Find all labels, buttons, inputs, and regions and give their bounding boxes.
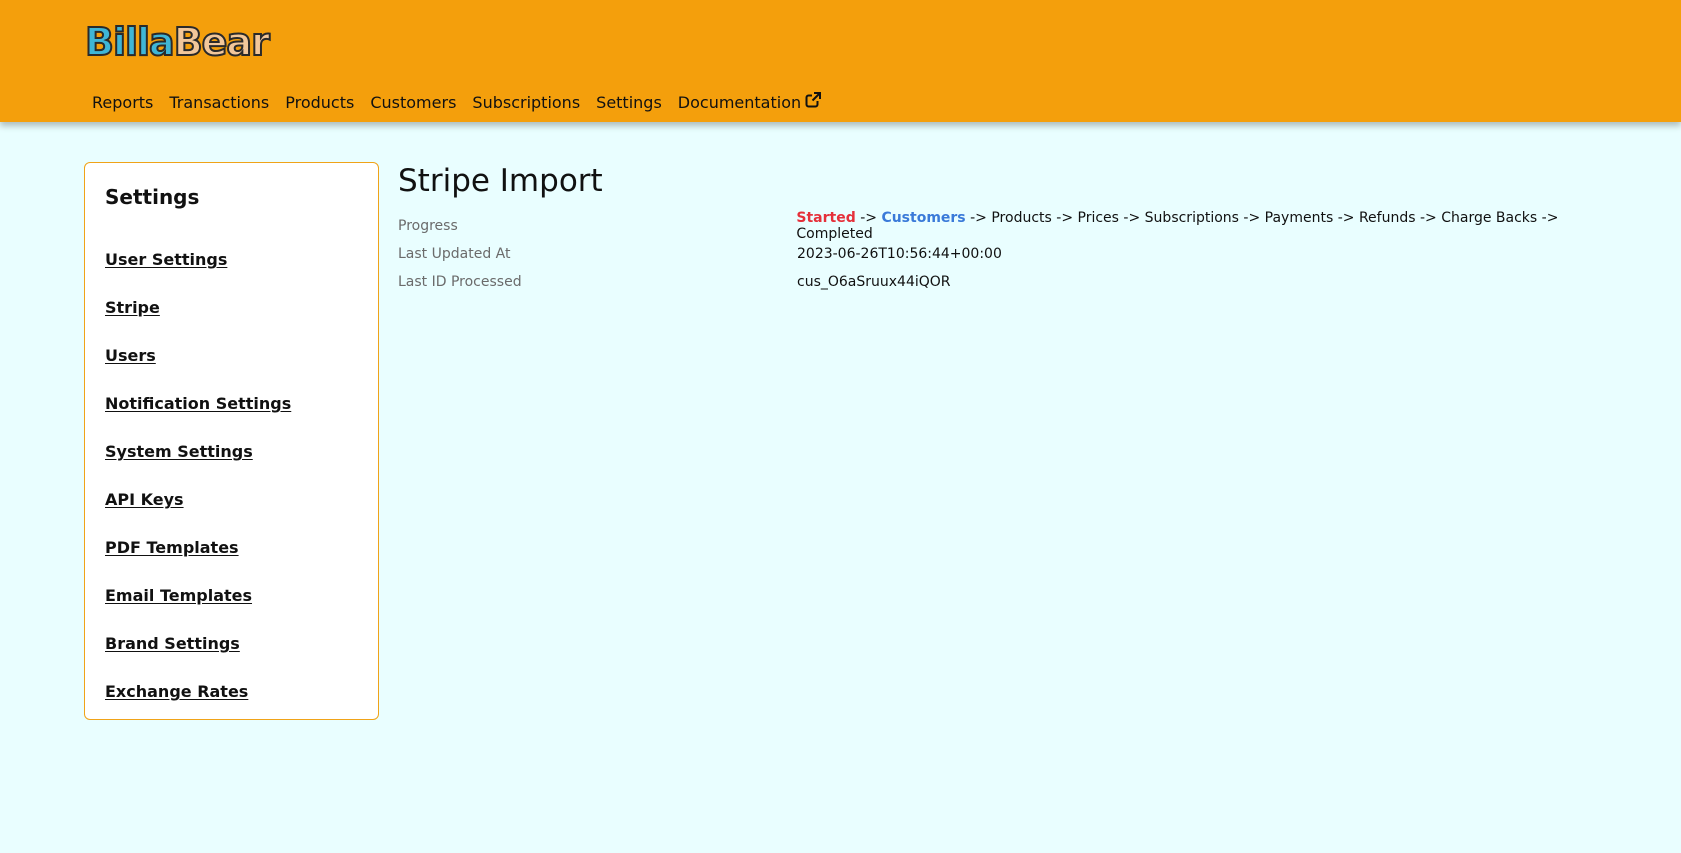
nav-documentation-label: Documentation (677, 92, 802, 112)
step-separator: -> (1541, 210, 1559, 226)
sidebar-item-user-settings[interactable]: User Settings (105, 250, 227, 269)
sidebar-item-users[interactable]: Users (105, 346, 156, 365)
top-header: BillaBear Reports Transactions Products … (0, 0, 1681, 122)
step-separator: -> (1419, 210, 1437, 226)
nav-reports[interactable]: Reports (84, 93, 161, 112)
step-charge-backs: Charge Backs (1441, 210, 1538, 226)
step-payments: Payments (1264, 210, 1334, 226)
last-updated-label: Last Updated At (398, 246, 511, 262)
step-separator: -> (1056, 210, 1074, 226)
step-products: Products (991, 210, 1052, 226)
nav-settings[interactable]: Settings (588, 93, 670, 112)
nav-documentation[interactable]: Documentation (670, 92, 829, 112)
step-subscriptions: Subscriptions (1144, 210, 1239, 226)
sidebar-item-exchange-rates[interactable]: Exchange Rates (105, 682, 248, 701)
last-id-value: cus_O6aSruux44iQOR (797, 274, 951, 290)
step-customers: Customers (881, 210, 966, 226)
step-separator: -> (1123, 210, 1141, 226)
sidebar-title: Settings (105, 185, 200, 209)
external-link-icon (805, 92, 822, 112)
last-id-row: Last ID Processed cus_O6aSruux44iQOR (398, 268, 1638, 296)
step-separator: -> (1337, 210, 1355, 226)
progress-steps: Started -> Customers -> Products -> Pric… (796, 210, 1638, 242)
nav-products[interactable]: Products (277, 93, 362, 112)
last-id-label: Last ID Processed (398, 274, 522, 290)
sidebar-item-stripe[interactable]: Stripe (105, 298, 160, 317)
main-nav: Reports Transactions Products Customers … (84, 90, 829, 114)
billabear-logo[interactable]: BillaBear (84, 21, 271, 63)
page-title: Stripe Import (398, 163, 603, 199)
step-separator: -> (970, 210, 987, 226)
sidebar-item-email-templates[interactable]: Email Templates (105, 586, 252, 605)
nav-customers[interactable]: Customers (362, 93, 464, 112)
step-separator: -> (1243, 210, 1261, 226)
sidebar-item-pdf-templates[interactable]: PDF Templates (105, 538, 239, 557)
step-started: Started (796, 210, 856, 226)
nav-transactions[interactable]: Transactions (161, 93, 277, 112)
step-completed: Completed (796, 226, 873, 242)
progress-label: Progress (398, 218, 458, 234)
sidebar-item-system-settings[interactable]: System Settings (105, 442, 253, 461)
last-updated-row: Last Updated At 2023-06-26T10:56:44+00:0… (398, 240, 1638, 268)
sidebar-menu: User Settings Stripe Users Notification … (105, 250, 291, 730)
sidebar-item-api-keys[interactable]: API Keys (105, 490, 184, 509)
step-refunds: Refunds (1358, 210, 1416, 226)
nav-subscriptions[interactable]: Subscriptions (464, 93, 588, 112)
step-separator: -> (860, 210, 877, 226)
sidebar-item-brand-settings[interactable]: Brand Settings (105, 634, 240, 653)
settings-sidebar: Settings User Settings Stripe Users Noti… (84, 162, 379, 720)
progress-row: Progress Started -> Customers -> Product… (398, 210, 1638, 242)
last-updated-value: 2023-06-26T10:56:44+00:00 (797, 246, 1002, 262)
step-prices: Prices (1077, 210, 1119, 226)
import-status: Progress Started -> Customers -> Product… (398, 210, 1638, 296)
main-content: Stripe Import Progress Started -> Custom… (398, 162, 1638, 296)
sidebar-item-notification-settings[interactable]: Notification Settings (105, 394, 291, 413)
